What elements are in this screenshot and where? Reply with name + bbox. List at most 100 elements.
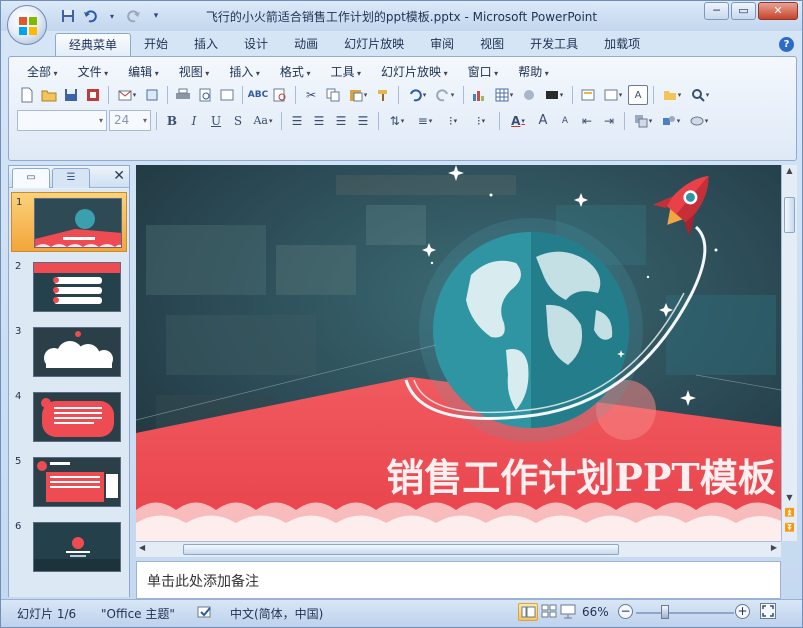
font-size-select[interactable]: 24 bbox=[109, 110, 151, 131]
menu-help[interactable]: 帮助 bbox=[508, 63, 559, 81]
underline-icon[interactable]: U bbox=[206, 111, 226, 131]
spelling-icon[interactable]: ABC bbox=[248, 85, 268, 105]
chart-icon[interactable] bbox=[469, 85, 489, 105]
office-button[interactable] bbox=[7, 5, 47, 45]
normal-view-icon[interactable] bbox=[518, 603, 538, 621]
menu-window[interactable]: 窗口 bbox=[458, 63, 509, 81]
slide-thumbnail[interactable]: 4 bbox=[11, 387, 127, 447]
italic-icon[interactable]: I bbox=[184, 111, 204, 131]
slide-thumbnail[interactable]: 5 bbox=[11, 452, 127, 512]
fit-to-window-icon[interactable] bbox=[760, 603, 776, 619]
tab-view[interactable]: 视图 bbox=[467, 33, 517, 57]
slide-thumbnail[interactable]: 1 bbox=[11, 192, 127, 252]
scroll-down-icon[interactable]: ▼ bbox=[783, 493, 796, 507]
layout-icon[interactable] bbox=[600, 85, 626, 105]
print-preview-icon[interactable] bbox=[195, 85, 215, 105]
clipart-icon[interactable] bbox=[519, 85, 539, 105]
shrink-font-icon[interactable]: A bbox=[555, 111, 575, 131]
format-painter-icon[interactable] bbox=[373, 85, 393, 105]
numbering-icon[interactable]: ⁝ bbox=[440, 111, 466, 131]
zoom-out-icon[interactable]: − bbox=[618, 604, 633, 619]
tab-design[interactable]: 设计 bbox=[231, 33, 281, 57]
slide-thumbnail[interactable]: 3 bbox=[11, 322, 127, 382]
notes-pane[interactable]: 单击此处添加备注 bbox=[136, 561, 781, 599]
slide-thumbnail[interactable]: 6 bbox=[11, 517, 127, 577]
undo-icon[interactable] bbox=[404, 85, 430, 105]
maximize-icon[interactable]: ▭ bbox=[731, 2, 756, 20]
new-icon[interactable] bbox=[17, 85, 37, 105]
tab-review[interactable]: 审阅 bbox=[417, 33, 467, 57]
spellcheck-icon[interactable] bbox=[197, 605, 213, 622]
slide-thumbnail[interactable]: 2 bbox=[11, 257, 127, 317]
next-slide-icon[interactable]: ⏬ bbox=[783, 523, 796, 537]
scroll-thumb[interactable] bbox=[784, 197, 795, 233]
previous-slide-icon[interactable]: ⏫ bbox=[783, 508, 796, 522]
menu-tools[interactable]: 工具 bbox=[320, 63, 371, 81]
arrange-icon[interactable] bbox=[630, 111, 656, 131]
tab-insert[interactable]: 插入 bbox=[181, 33, 231, 57]
menu-edit[interactable]: 编辑 bbox=[118, 63, 169, 81]
shadow-icon[interactable]: S bbox=[228, 111, 248, 131]
font-color-icon[interactable]: A bbox=[505, 111, 531, 131]
menu-all[interactable]: 全部 bbox=[17, 63, 68, 81]
paste-icon[interactable] bbox=[345, 85, 371, 105]
horizontal-scrollbar[interactable]: ◀ ▶ bbox=[136, 541, 781, 557]
tab-animations[interactable]: 动画 bbox=[281, 33, 331, 57]
menu-slideshow[interactable]: 幻灯片放映 bbox=[371, 63, 458, 81]
scroll-left-icon[interactable]: ◀ bbox=[139, 543, 145, 552]
align-center-icon[interactable]: ☰ bbox=[309, 111, 329, 131]
save-icon[interactable] bbox=[61, 85, 81, 105]
scroll-right-icon[interactable]: ▶ bbox=[771, 543, 777, 552]
page-view-icon[interactable] bbox=[217, 85, 237, 105]
close-icon[interactable]: ✕ bbox=[758, 2, 798, 20]
menu-file[interactable]: 文件 bbox=[68, 63, 119, 81]
decrease-indent-icon[interactable]: ⇤ bbox=[577, 111, 597, 131]
vertical-scrollbar[interactable]: ▲ ▼ ⏫ ⏬ bbox=[781, 165, 797, 541]
textbox-icon[interactable]: A bbox=[628, 85, 648, 105]
open-icon[interactable] bbox=[39, 85, 59, 105]
change-case-icon[interactable]: Aa bbox=[250, 111, 276, 131]
zoom-in-icon[interactable]: + bbox=[735, 604, 750, 619]
print-icon[interactable] bbox=[173, 85, 193, 105]
menu-insert[interactable]: 插入 bbox=[219, 63, 270, 81]
line-spacing-icon[interactable]: ≡ bbox=[412, 111, 438, 131]
slideshow-view-icon[interactable] bbox=[559, 603, 577, 622]
align-left-icon[interactable]: ☰ bbox=[287, 111, 307, 131]
scroll-thumb[interactable] bbox=[183, 544, 619, 555]
email-icon[interactable] bbox=[114, 85, 140, 105]
bold-icon[interactable]: B bbox=[162, 111, 182, 131]
zoom-slider-thumb[interactable] bbox=[661, 605, 669, 619]
copy-icon[interactable] bbox=[323, 85, 343, 105]
grow-font-icon[interactable]: A bbox=[533, 111, 553, 131]
tab-classic-menu[interactable]: 经典菜单 bbox=[55, 33, 132, 57]
text-direction-icon[interactable]: ⇅ bbox=[384, 111, 410, 131]
hyperlink-icon[interactable] bbox=[541, 85, 567, 105]
increase-indent-icon[interactable]: ⇥ bbox=[599, 111, 619, 131]
tab-addins[interactable]: 加载项 bbox=[591, 33, 653, 57]
new-slide-icon[interactable] bbox=[578, 85, 598, 105]
table-icon[interactable] bbox=[491, 85, 517, 105]
folder-icon[interactable] bbox=[659, 85, 685, 105]
language-indicator[interactable]: 中文(简体，中国) bbox=[230, 605, 323, 622]
zoom-level[interactable]: 66% bbox=[582, 605, 609, 619]
tab-developer[interactable]: 开发工具 bbox=[517, 33, 591, 57]
find-icon[interactable] bbox=[687, 85, 713, 105]
tab-slides[interactable]: ▭ bbox=[12, 168, 50, 188]
zoom-slider-track[interactable] bbox=[636, 612, 734, 614]
bullets-icon[interactable]: ⁝ bbox=[468, 111, 494, 131]
redo-icon[interactable] bbox=[432, 85, 458, 105]
slide-canvas[interactable]: 销售工作计划PPT模板 bbox=[136, 165, 781, 541]
shapes-icon[interactable] bbox=[658, 111, 684, 131]
cut-icon[interactable]: ✂ bbox=[301, 85, 321, 105]
tab-slideshow[interactable]: 幻灯片放映 bbox=[331, 33, 417, 57]
tab-outline[interactable]: ☰ bbox=[52, 168, 90, 188]
tab-home[interactable]: 开始 bbox=[131, 33, 181, 57]
scroll-up-icon[interactable]: ▲ bbox=[783, 166, 796, 180]
font-name-select[interactable] bbox=[17, 110, 107, 131]
close-icon[interactable]: ✕ bbox=[113, 168, 125, 184]
align-right-icon[interactable]: ☰ bbox=[331, 111, 351, 131]
permission-icon[interactable] bbox=[83, 85, 103, 105]
minimize-icon[interactable]: ─ bbox=[704, 2, 729, 20]
menu-view[interactable]: 视图 bbox=[169, 63, 220, 81]
research-icon[interactable] bbox=[270, 85, 290, 105]
